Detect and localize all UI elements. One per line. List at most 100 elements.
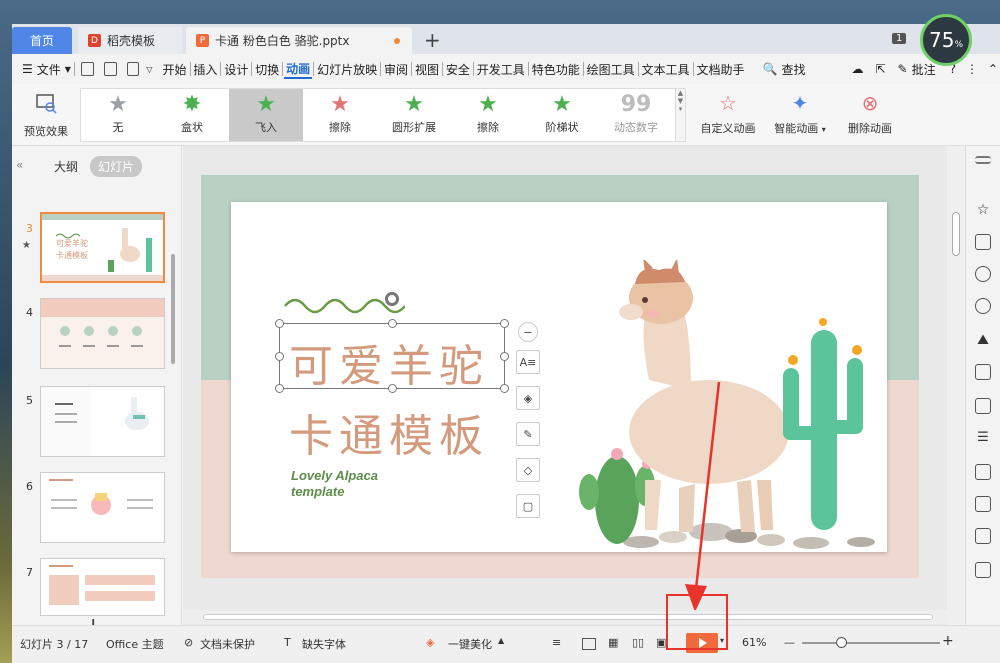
theme-name[interactable]: Office 主题 bbox=[106, 636, 164, 652]
menu-drawing-tools[interactable]: 绘图工具 bbox=[585, 61, 637, 78]
slide-sorter-icon[interactable]: ▦ bbox=[608, 636, 618, 649]
slide-thumb-7[interactable] bbox=[40, 558, 165, 616]
image-icon[interactable] bbox=[975, 464, 991, 480]
animation-stairs[interactable]: ★ 阶梯状 bbox=[525, 89, 599, 141]
archive-icon[interactable] bbox=[975, 528, 991, 544]
search-button[interactable]: 查找 bbox=[779, 61, 807, 78]
zoom-in-button[interactable]: + bbox=[942, 633, 954, 649]
slide-thumb-3[interactable]: 可爱羊驼 卡通模板 bbox=[40, 212, 165, 283]
tab-slides[interactable]: 幻灯片 bbox=[90, 156, 143, 177]
animation-fly-in[interactable]: ★ 飞入 bbox=[229, 89, 303, 141]
zoom-slider[interactable] bbox=[802, 642, 940, 644]
tab-active-document[interactable]: P 卡通 粉色白色 骆驼.pptx bbox=[186, 27, 412, 54]
menu-review[interactable]: 审阅 bbox=[382, 61, 410, 78]
resize-handle[interactable] bbox=[275, 384, 284, 393]
reading-view-icon[interactable]: ▯▯ bbox=[632, 636, 644, 649]
sliders-icon[interactable]: ☰ bbox=[975, 430, 991, 446]
menu-security[interactable]: 安全 bbox=[444, 61, 472, 78]
more-icon[interactable]: ⋮ bbox=[964, 62, 980, 76]
export-icon[interactable] bbox=[975, 496, 991, 512]
fill-bucket-icon[interactable]: ◇ bbox=[516, 458, 540, 482]
presenter-view-icon[interactable]: ▣ bbox=[656, 636, 666, 649]
horizontal-scroll-thumb[interactable] bbox=[203, 614, 933, 620]
zoom-slider-thumb[interactable] bbox=[836, 637, 847, 648]
menu-view[interactable]: 视图 bbox=[413, 61, 441, 78]
slide-3[interactable]: 可爱羊驼 卡通模板 Lovely Alpaca template − A≡ ◈ … bbox=[231, 202, 887, 552]
menu-animation[interactable]: 动画 bbox=[284, 60, 313, 79]
layers-icon[interactable]: ◈ bbox=[516, 386, 540, 410]
tab-templates[interactable]: D 稻壳模板 bbox=[78, 27, 182, 54]
panel-scrollbar[interactable] bbox=[171, 254, 175, 364]
text-style-icon[interactable]: A≡ bbox=[516, 350, 540, 374]
border-icon[interactable]: ▢ bbox=[516, 494, 540, 518]
tab-outline[interactable]: 大纲 bbox=[46, 156, 86, 177]
one-click-beautify[interactable]: 一键美化 bbox=[448, 636, 492, 652]
vertical-scroll-thumb[interactable] bbox=[952, 212, 960, 256]
smart-animation-button[interactable]: ✦ 智能动画 ▾ bbox=[768, 88, 832, 136]
new-tab-button[interactable]: + bbox=[424, 28, 441, 52]
cloud-sync-icon[interactable]: ☁ bbox=[849, 62, 865, 76]
resize-handle[interactable] bbox=[388, 319, 397, 328]
missing-fonts[interactable]: 缺失字体 bbox=[302, 636, 346, 652]
zoom-level[interactable]: 61% bbox=[742, 636, 766, 649]
menu-developer[interactable]: 开发工具 bbox=[475, 61, 527, 78]
animation-none[interactable]: ★ 无 bbox=[81, 89, 155, 141]
more-chevron-icon[interactable]: ▽ bbox=[144, 65, 154, 74]
menu-design[interactable]: 设计 bbox=[222, 61, 250, 78]
delete-animation-button[interactable]: ⊗ 删除动画 bbox=[840, 88, 900, 136]
tab-home[interactable]: 首页 bbox=[12, 27, 72, 54]
menu-features[interactable]: 特色功能 bbox=[530, 61, 582, 78]
slide-thumb-4[interactable] bbox=[40, 298, 165, 369]
slide-thumb-6[interactable] bbox=[40, 472, 165, 543]
new-file-icon[interactable] bbox=[80, 62, 94, 76]
menu-insert[interactable]: 插入 bbox=[191, 61, 219, 78]
star-icon[interactable]: ☆ bbox=[975, 202, 991, 218]
normal-view-icon[interactable] bbox=[582, 638, 596, 650]
copy-icon[interactable] bbox=[975, 234, 991, 250]
comment-icon[interactable]: ✎ bbox=[896, 62, 910, 76]
resize-handle[interactable] bbox=[388, 384, 397, 393]
pen-icon[interactable]: ✎ bbox=[516, 422, 540, 446]
menu-start[interactable]: 开始 bbox=[160, 61, 188, 78]
zoom-out-button[interactable]: — bbox=[784, 636, 795, 649]
hamburger-icon[interactable]: ☰ bbox=[20, 62, 35, 76]
animation-box[interactable]: ✸ 盒状 bbox=[155, 89, 229, 141]
collapse-toolbar-icon[interactable]: − bbox=[518, 322, 538, 342]
save-icon[interactable] bbox=[126, 62, 140, 76]
slide-thumb-5[interactable] bbox=[40, 386, 165, 457]
slide-subtitle[interactable]: Lovely Alpaca template bbox=[291, 468, 378, 500]
rotate-handle-icon[interactable] bbox=[385, 292, 399, 306]
resize-handle[interactable] bbox=[275, 319, 284, 328]
menu-lines-icon[interactable] bbox=[975, 156, 991, 164]
animation-wipe[interactable]: ★ 擦除 bbox=[451, 89, 525, 141]
grid-icon[interactable] bbox=[975, 364, 991, 380]
animation-dynamic-number[interactable]: 99 动态数字 bbox=[599, 89, 673, 141]
picture-icon[interactable] bbox=[975, 562, 991, 578]
animation-wipe-red[interactable]: ★ 擦除 bbox=[303, 89, 377, 141]
menu-file[interactable]: 文件 bbox=[35, 61, 63, 78]
custom-animation-button[interactable]: ☆ 自定义动画 bbox=[696, 88, 760, 136]
shapes-icon[interactable] bbox=[975, 266, 991, 282]
menu-slideshow[interactable]: 幻灯片放映 bbox=[315, 61, 379, 78]
collapse-ribbon-icon[interactable]: ⌃ bbox=[986, 62, 1000, 76]
search-icon[interactable]: 🔍 bbox=[760, 62, 779, 76]
resize-handle[interactable] bbox=[500, 384, 509, 393]
layers-icon[interactable]: ⛰ bbox=[975, 332, 991, 348]
resize-handle[interactable] bbox=[500, 319, 509, 328]
gallery-scroll[interactable]: ▲ ▼ ▾ bbox=[675, 89, 685, 141]
share-icon[interactable]: ⇱ bbox=[873, 62, 887, 76]
notes-icon[interactable]: ≡ bbox=[552, 636, 561, 649]
slide-title-line2[interactable]: 卡通模板 bbox=[289, 400, 489, 464]
text-selection-box[interactable] bbox=[275, 319, 509, 393]
menu-text-tools[interactable]: 文本工具 bbox=[640, 61, 692, 78]
menu-doc-assistant[interactable]: 文档助手 bbox=[694, 61, 746, 78]
vertical-scrollbar[interactable] bbox=[947, 146, 965, 630]
menu-transition[interactable]: 切换 bbox=[253, 61, 281, 78]
location-icon[interactable] bbox=[975, 298, 991, 314]
horizontal-scrollbar[interactable] bbox=[183, 610, 947, 624]
resize-handle[interactable] bbox=[275, 352, 284, 361]
animation-circle[interactable]: ★ 圆形扩展 bbox=[377, 89, 451, 141]
document-protection[interactable]: 文档未保护 bbox=[200, 636, 255, 652]
resize-handle[interactable] bbox=[500, 352, 509, 361]
preview-effect-button[interactable]: 预览效果 bbox=[18, 88, 74, 139]
